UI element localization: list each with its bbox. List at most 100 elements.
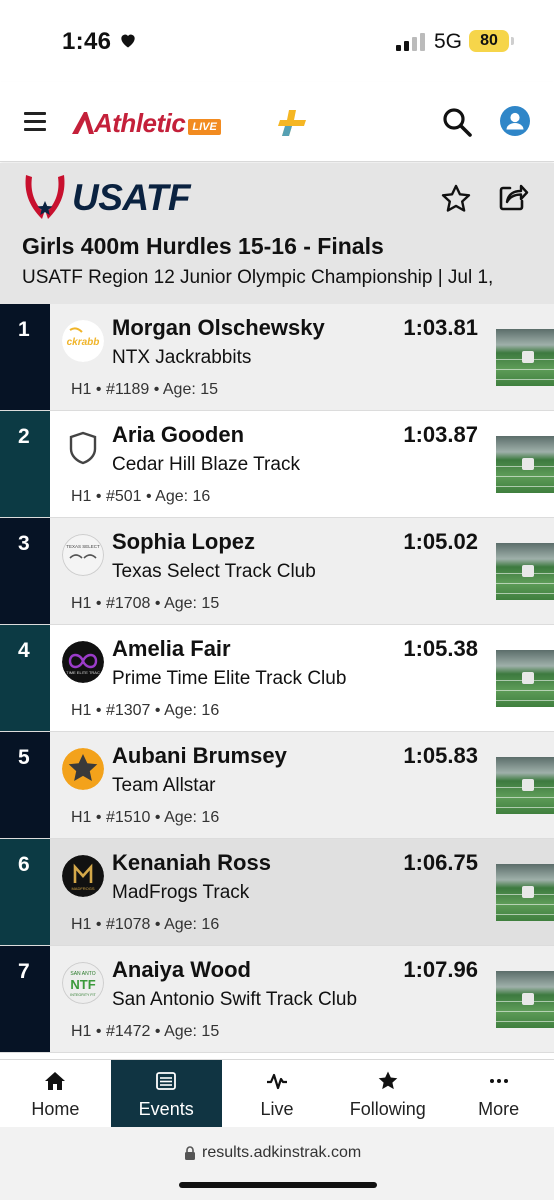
hamburger-menu-icon[interactable] xyxy=(24,112,46,132)
athlete-name[interactable]: Morgan Olschewsky xyxy=(112,315,325,341)
athlete-age: Age: 15 xyxy=(162,381,219,398)
result-body: MADFROGS Kenaniah Ross MadFrogs Track H1… xyxy=(50,839,554,945)
athlete-age: Age: 15 xyxy=(164,595,220,612)
heat-label: H1 xyxy=(71,916,92,933)
svg-text:ckrabb: ckrabb xyxy=(67,337,100,348)
athlete-meta: H1 • #1189 • Age: 15 xyxy=(71,381,219,398)
result-row[interactable]: 7 SAN ANTO NTF INTEGRITY FIT Anaiya Wood S… xyxy=(0,946,554,1053)
search-icon[interactable] xyxy=(441,106,473,138)
team-logo xyxy=(62,427,104,469)
result-time: 1:03.87 xyxy=(403,422,478,447)
logo-live-badge: LIVE xyxy=(188,119,221,135)
place-column: 1 xyxy=(0,304,50,410)
share-icon[interactable] xyxy=(497,181,529,213)
heat-label: H1 xyxy=(71,702,92,719)
logo-text: Athletic xyxy=(94,107,186,138)
athlete-name[interactable]: Amelia Fair xyxy=(112,636,231,662)
result-row[interactable]: 2 Aria Gooden Cedar Hill Blaze Track H1 … xyxy=(0,411,554,518)
bib-number: #1708 xyxy=(105,595,151,612)
svg-text:INTEGRITY FIT: INTEGRITY FIT xyxy=(70,993,96,997)
team-name[interactable]: Texas Select Track Club xyxy=(112,561,316,583)
athlete-age: Age: 16 xyxy=(155,488,211,505)
svg-text:TIME ELITE TRAC: TIME ELITE TRAC xyxy=(66,670,100,675)
svg-text:MADFROGS: MADFROGS xyxy=(71,886,94,891)
url-text: results.adkinstrak.com xyxy=(202,1144,362,1161)
place-column: 6 xyxy=(0,839,50,945)
athlete-name[interactable]: Sophia Lopez xyxy=(112,529,255,555)
result-row[interactable]: 6 MADFROGS Kenaniah Ross MadFrogs Track … xyxy=(0,839,554,946)
athletic-logo-mark-icon xyxy=(72,112,94,134)
result-row[interactable]: 4 TIME ELITE TRAC Amelia Fair Prime Time… xyxy=(0,625,554,732)
signal-icon xyxy=(396,33,425,51)
place-number: 5 xyxy=(18,746,30,769)
result-row[interactable]: 5 Aubani Brumsey Team Allstar H1 • #1510… xyxy=(0,732,554,839)
result-body: ckrabb Morgan Olschewsky NTX Jackrabbits… xyxy=(50,304,554,410)
athletic-live-logo[interactable]: Athletic LIVE xyxy=(70,108,221,138)
race-video-thumbnail[interactable] xyxy=(496,543,554,600)
athlete-age: Age: 16 xyxy=(164,702,220,719)
status-bar: 1:46 5G 80 xyxy=(0,0,554,82)
favorite-star-icon[interactable] xyxy=(440,183,472,215)
athlete-meta: H1 • #501 • Age: 16 xyxy=(71,488,211,505)
hurdle-shape xyxy=(522,886,534,898)
tab-live[interactable]: Live xyxy=(222,1060,333,1127)
event-title: Girls 400m Hurdles 15-16 - Finals xyxy=(22,233,384,259)
bib-number: #1510 xyxy=(105,809,151,826)
team-name[interactable]: Prime Time Elite Track Club xyxy=(112,668,346,690)
place-number: 1 xyxy=(18,318,30,341)
place-number: 4 xyxy=(18,639,30,662)
team-logo: SAN ANTO NTF INTEGRITY FIT xyxy=(62,962,104,1004)
team-name[interactable]: Team Allstar xyxy=(112,775,215,797)
race-video-thumbnail[interactable] xyxy=(496,650,554,707)
bib-number: #501 xyxy=(105,488,142,505)
top-navigation: Athletic LIVE xyxy=(0,82,554,162)
home-indicator[interactable] xyxy=(179,1182,377,1188)
athlete-age: Age: 16 xyxy=(164,916,220,933)
race-video-thumbnail[interactable] xyxy=(496,757,554,814)
hurdle-shape xyxy=(522,351,534,363)
heat-label: H1 xyxy=(71,381,92,398)
network-type: 5G xyxy=(434,30,463,53)
tab-home[interactable]: Home xyxy=(0,1060,111,1127)
tab-events[interactable]: Events xyxy=(110,1060,222,1127)
svg-text:NTF: NTF xyxy=(70,977,95,992)
tab-following[interactable]: Following xyxy=(332,1060,443,1127)
athlete-name[interactable]: Kenaniah Ross xyxy=(112,850,271,876)
team-name[interactable]: NTX Jackrabbits xyxy=(112,347,251,369)
browser-url-bar[interactable]: results.adkinstrak.com xyxy=(0,1127,554,1200)
account-avatar-icon[interactable] xyxy=(500,106,530,136)
athlete-name[interactable]: Anaiya Wood xyxy=(112,957,251,983)
race-video-thumbnail[interactable] xyxy=(496,864,554,921)
team-name[interactable]: Cedar Hill Blaze Track xyxy=(112,454,300,476)
athlete-name[interactable]: Aubani Brumsey xyxy=(112,743,287,769)
bib-number: #1472 xyxy=(105,1023,151,1040)
result-row[interactable]: 1 ckrabb Morgan Olschewsky NTX Jackrabbi… xyxy=(0,304,554,411)
result-time: 1:05.38 xyxy=(403,636,478,661)
hurdle-shape xyxy=(522,993,534,1005)
athlete-name[interactable]: Aria Gooden xyxy=(112,422,244,448)
race-video-thumbnail[interactable] xyxy=(496,971,554,1028)
athlete-meta: H1 • #1307 • Age: 16 xyxy=(71,702,220,719)
athlete-meta: H1 • #1708 • Age: 15 xyxy=(71,595,220,612)
result-time: 1:05.83 xyxy=(403,743,478,768)
tab-label: Following xyxy=(349,1099,426,1119)
svg-text:TEXAS SELECT: TEXAS SELECT xyxy=(66,544,100,549)
team-logo: TIME ELITE TRAC xyxy=(62,641,104,683)
place-number: 2 xyxy=(18,425,30,448)
place-column: 5 xyxy=(0,732,50,838)
battery-cap xyxy=(511,37,514,45)
team-name[interactable]: San Antonio Swift Track Club xyxy=(112,989,357,1011)
result-row[interactable]: 3 TEXAS SELECT Sophia Lopez Texas Select… xyxy=(0,518,554,625)
race-video-thumbnail[interactable] xyxy=(496,329,554,386)
place-number: 7 xyxy=(18,960,30,983)
team-name[interactable]: MadFrogs Track xyxy=(112,882,249,904)
list-icon xyxy=(155,1070,177,1092)
plus-logo-icon[interactable] xyxy=(276,108,308,138)
results-list: 1 ckrabb Morgan Olschewsky NTX Jackrabbi… xyxy=(0,304,554,1053)
result-time: 1:06.75 xyxy=(403,850,478,875)
race-video-thumbnail[interactable] xyxy=(496,436,554,493)
tab-more[interactable]: More xyxy=(443,1060,554,1127)
result-body: TIME ELITE TRAC Amelia Fair Prime Time E… xyxy=(50,625,554,731)
heat-label: H1 xyxy=(71,488,92,505)
result-body: TEXAS SELECT Sophia Lopez Texas Select T… xyxy=(50,518,554,624)
